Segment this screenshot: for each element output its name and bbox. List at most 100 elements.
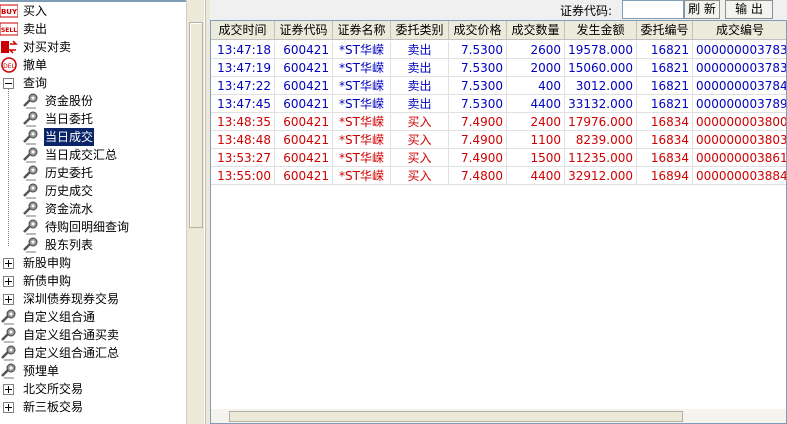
tree-item[interactable]: SELL 卖出 xyxy=(0,20,186,38)
tree-item[interactable]: 自定义组合通 xyxy=(0,308,186,326)
gear-icon xyxy=(22,237,40,253)
tree-item[interactable]: 新债申购 xyxy=(0,272,186,290)
tree-item[interactable]: 当日成交汇总 xyxy=(0,146,186,164)
table-cell: 400 xyxy=(507,77,565,95)
table-cell: 600421 xyxy=(275,149,333,167)
tree-item[interactable]: 深圳债券现券交易 xyxy=(0,290,186,308)
tree-item[interactable]: 新股申购 xyxy=(0,254,186,272)
table-cell: 买入 xyxy=(391,113,449,131)
table-cell: 600421 xyxy=(275,77,333,95)
tree-item[interactable]: DEL 撤单 xyxy=(0,56,186,74)
table-row[interactable]: 13:48:48 600421 *ST华嵘 买入 7.4900 1100 8239.000 1… xyxy=(211,131,786,149)
expand-icon[interactable] xyxy=(3,276,14,287)
tree-item[interactable]: 历史委托 xyxy=(0,164,186,182)
column-header[interactable]: 成交时间 xyxy=(211,21,275,40)
expand-icon[interactable] xyxy=(3,402,14,413)
tree-item[interactable]: 查询 xyxy=(0,74,186,92)
gear-icon xyxy=(22,93,40,109)
tree-item[interactable]: 新三板交易 xyxy=(0,398,186,416)
column-header[interactable]: 成交价格 xyxy=(449,21,507,40)
table-cell: 买入 xyxy=(391,149,449,167)
table-cell: 8239.000 xyxy=(565,131,637,149)
column-header[interactable]: 证券名称 xyxy=(333,21,391,40)
table-row[interactable]: 13:47:22 600421 *ST华嵘 卖出 7.5300 400 3012.000 16… xyxy=(211,77,786,95)
tree-item-label: 资金股份 xyxy=(45,94,94,108)
table-cell: 买入 xyxy=(391,131,449,149)
tree-item[interactable]: 股东列表 xyxy=(0,236,186,254)
column-header[interactable]: 证券代码 xyxy=(275,21,333,40)
table-cell: 1500 xyxy=(507,149,565,167)
table-body: 13:47:18 600421 *ST华嵘 卖出 7.5300 2600 19578.000… xyxy=(211,41,786,185)
table-cell: 33132.000 xyxy=(565,95,637,113)
tree-scrollbar-thumb[interactable] xyxy=(189,22,203,228)
table-cell: 7.5300 xyxy=(449,59,507,77)
table-cell: *ST华嵘 xyxy=(333,77,391,95)
tree-item-label: 自定义组合通 xyxy=(23,310,96,324)
trades-table: 成交时间 证券代码 证券名称 委托类别 成交价格 成交数量 发生金额 委托编号 成交编号 13:… xyxy=(210,20,787,424)
table-cell: 000000003800 xyxy=(693,113,786,131)
tree-scrollbar[interactable] xyxy=(186,0,204,424)
tree-item[interactable]: 对买对卖 xyxy=(0,38,186,56)
table-cell: 16834 xyxy=(637,113,693,131)
content-panel: 证券代码: 刷 新 输 出 成交时间 证券代码 证券名称 委托类别 成交价格 成交数量 发生… xyxy=(210,0,787,424)
export-button[interactable]: 输 出 xyxy=(725,0,773,19)
expand-icon[interactable] xyxy=(3,384,14,395)
table-row[interactable]: 13:47:45 600421 *ST华嵘 卖出 7.5300 4400 33132.000… xyxy=(211,95,786,113)
table-cell: 16834 xyxy=(637,149,693,167)
table-cell: 3012.000 xyxy=(565,77,637,95)
expand-icon[interactable] xyxy=(3,294,14,305)
table-row[interactable]: 13:47:18 600421 *ST华嵘 卖出 7.5300 2600 19578.000… xyxy=(211,41,786,59)
tree-item-label: 新债申购 xyxy=(23,274,72,288)
tree-item[interactable]: 资金流水 xyxy=(0,200,186,218)
tree-item[interactable]: 自定义组合通买卖 xyxy=(0,326,186,344)
tree-item[interactable]: BUY 买入 xyxy=(0,2,186,20)
tree-item[interactable]: 待购回明细查询 xyxy=(0,218,186,236)
table-cell: 13:53:27 xyxy=(211,149,275,167)
table-cell: 16821 xyxy=(637,41,693,59)
column-header[interactable]: 成交数量 xyxy=(507,21,565,40)
table-row[interactable]: 13:48:35 600421 *ST华嵘 买入 7.4900 2400 17976.000… xyxy=(211,113,786,131)
table-row[interactable]: 13:55:00 600421 *ST华嵘 买入 7.4800 4400 32912.000… xyxy=(211,167,786,185)
tree-item-label: 对买对卖 xyxy=(23,40,72,54)
column-header[interactable]: 成交编号 xyxy=(693,21,786,40)
tree-item[interactable]: 资金股份 xyxy=(0,92,186,110)
table-cell: *ST华嵘 xyxy=(333,149,391,167)
table-cell: 600421 xyxy=(275,167,333,185)
expand-icon[interactable] xyxy=(3,258,14,269)
tree-item-label: 当日成交汇总 xyxy=(45,148,118,162)
tree-item[interactable]: 北交所交易 xyxy=(0,380,186,398)
table-cell: 7.4900 xyxy=(449,131,507,149)
table-cell: 19578.000 xyxy=(565,41,637,59)
gear-icon xyxy=(22,165,40,181)
gear-icon xyxy=(22,201,40,217)
table-cell: 32912.000 xyxy=(565,167,637,185)
tree-item[interactable]: 当日成交 xyxy=(0,128,186,146)
table-cell: 600421 xyxy=(275,95,333,113)
buy-badge-icon: BUY xyxy=(0,3,19,19)
table-row[interactable]: 13:47:19 600421 *ST华嵘 卖出 7.5300 2000 15060.000… xyxy=(211,59,786,77)
table-cell: 600421 xyxy=(275,41,333,59)
table-cell: 7.5300 xyxy=(449,77,507,95)
table-cell: *ST华嵘 xyxy=(333,95,391,113)
cancel-circle-icon: DEL xyxy=(0,57,18,73)
tree-item[interactable]: 自定义组合通汇总 xyxy=(0,344,186,362)
gear-icon xyxy=(0,345,18,361)
column-header[interactable]: 发生金额 xyxy=(565,21,637,40)
horizontal-scrollbar-thumb[interactable] xyxy=(229,411,683,422)
tree-item[interactable]: 预埋单 xyxy=(0,362,186,380)
tree-item[interactable]: 当日委托 xyxy=(0,110,186,128)
refresh-button[interactable]: 刷 新 xyxy=(684,0,720,19)
table-cell: 000000003861 xyxy=(693,149,786,167)
table-cell: 16821 xyxy=(637,95,693,113)
query-toolbar: 证券代码: 刷 新 输 出 xyxy=(210,0,787,20)
horizontal-scrollbar[interactable] xyxy=(211,409,786,423)
table-cell: 7.4900 xyxy=(449,149,507,167)
table-cell: 13:47:22 xyxy=(211,77,275,95)
table-row[interactable]: 13:53:27 600421 *ST华嵘 买入 7.4900 1500 11235.000… xyxy=(211,149,786,167)
security-code-input[interactable] xyxy=(622,0,684,19)
column-header[interactable]: 委托类别 xyxy=(391,21,449,40)
table-cell: 17976.000 xyxy=(565,113,637,131)
column-header[interactable]: 委托编号 xyxy=(637,21,693,40)
tree-item[interactable]: 历史成交 xyxy=(0,182,186,200)
tree-item-label: 历史委托 xyxy=(45,166,94,180)
